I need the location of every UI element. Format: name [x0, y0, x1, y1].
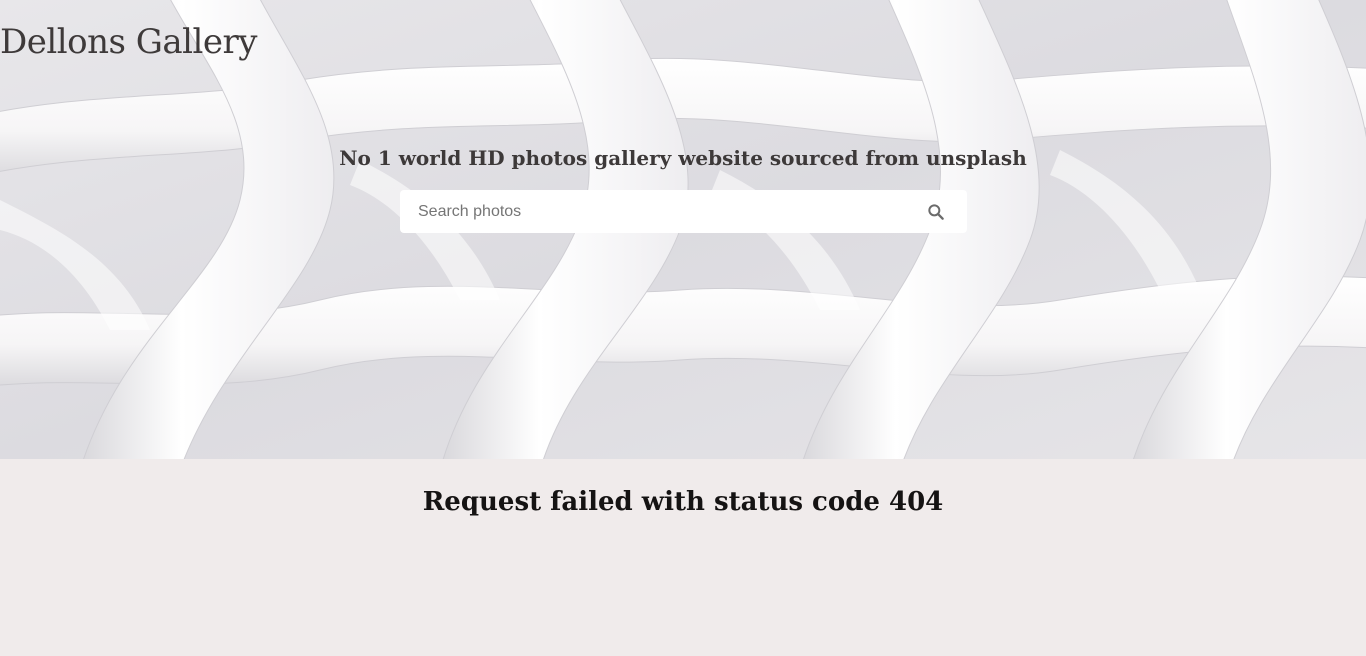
search-button[interactable] — [921, 197, 951, 227]
hero-banner: Dellons Gallery No 1 world HD photos gal… — [0, 0, 1366, 459]
site-title[interactable]: Dellons Gallery — [0, 22, 258, 62]
search-bar — [400, 190, 967, 233]
search-input[interactable] — [400, 190, 921, 233]
search-icon — [928, 203, 944, 220]
error-message: Request failed with status code 404 — [422, 487, 944, 517]
hero-tagline: No 1 world HD photos gallery website sou… — [339, 146, 1027, 170]
